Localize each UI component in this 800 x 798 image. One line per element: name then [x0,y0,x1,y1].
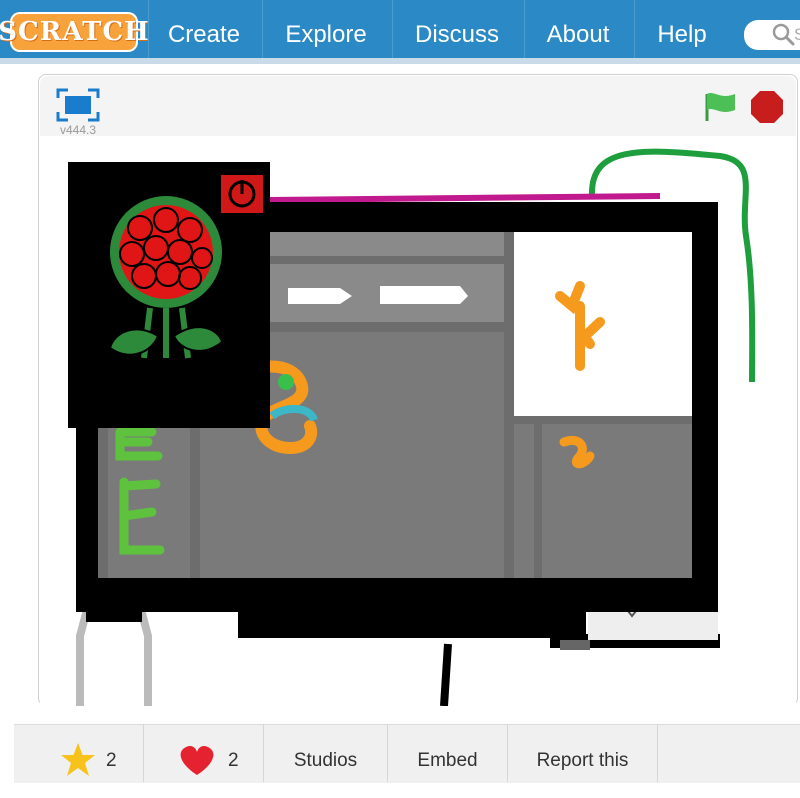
project-stage[interactable] [40,136,796,706]
green-flag-icon[interactable] [702,90,738,122]
nav-about[interactable]: About [524,0,631,58]
studios-button[interactable]: Studios [264,724,388,782]
heart-icon [180,745,214,775]
nav-create[interactable]: Create [148,0,259,58]
player-controls-bar [40,76,796,137]
search-icon[interactable] [770,21,796,47]
nav-explore[interactable]: Explore [262,0,389,58]
nav-discuss[interactable]: Discuss [392,0,521,58]
nav-help[interactable]: Help [634,0,729,58]
report-button[interactable]: Report this [508,724,658,782]
love-count: 2 [228,750,239,771]
star-count: 2 [106,750,117,771]
embed-button[interactable]: Embed [388,724,508,782]
version-label: v444.3 [60,123,97,137]
fullscreen-icon[interactable] [56,88,100,122]
stage-drawing [68,148,756,706]
star-icon [61,743,95,776]
stop-sign-icon[interactable] [750,90,784,124]
scratch-logo[interactable]: SCRATCH [0,12,149,52]
